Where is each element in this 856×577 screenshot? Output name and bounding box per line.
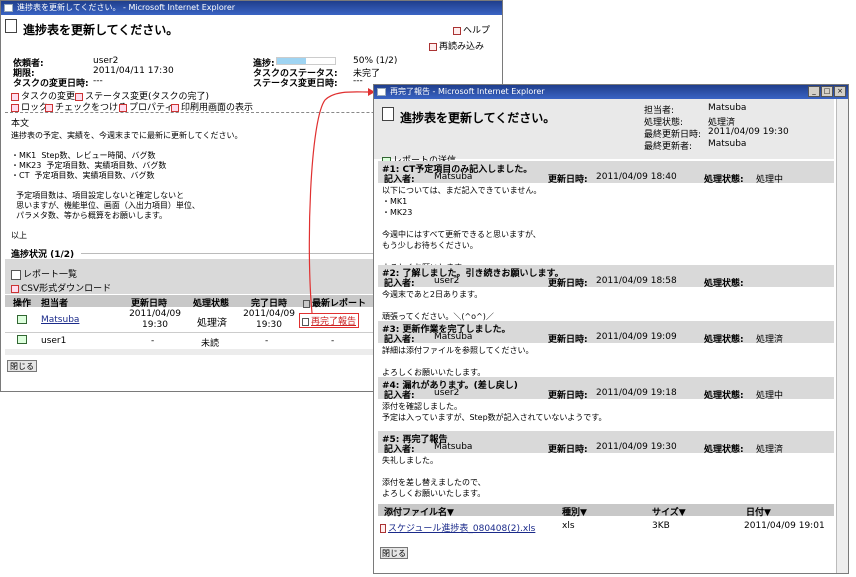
updated-label: 更新日時:: [548, 279, 588, 289]
attachment-size: 3KB: [652, 521, 670, 531]
assignee-value: Matsuba: [708, 103, 747, 113]
state-value: 処理済: [756, 335, 784, 345]
state-value: 処理中: [756, 175, 784, 185]
writer-value: Matsuba: [434, 172, 473, 182]
updated-value: 2011/04/09 18:58: [596, 276, 677, 286]
maximize-button[interactable]: □: [821, 86, 833, 97]
state-label: 処理状態:: [704, 335, 744, 345]
attachment-name: スケジュール進捗表_080408(2).xls: [388, 524, 536, 534]
state-label: 処理状態:: [704, 279, 744, 289]
writer-label: 記入者:: [384, 279, 415, 289]
report-body: 詳細は添付ファイルを参照してください。 よろしくお願いいたします。: [382, 346, 534, 377]
updated-value: 2011/04/09 19:09: [596, 332, 677, 342]
page-title: 進捗表を更新してください。: [400, 111, 556, 125]
state-value: 処理中: [756, 391, 784, 401]
last-updated-value: 2011/04/09 19:30: [708, 127, 789, 137]
minimize-button[interactable]: _: [808, 86, 820, 97]
writer-label: 記入者:: [384, 335, 415, 345]
report-window-titlebar[interactable]: 再完了報告 - Microsoft Internet Explorer _ □ ×: [374, 85, 848, 99]
writer-label: 記入者:: [384, 445, 415, 455]
writer-value: Matsuba: [434, 442, 473, 452]
updated-label: 更新日時:: [548, 175, 588, 185]
scrollbar[interactable]: [836, 99, 848, 573]
last-updater-value: Matsuba: [708, 139, 747, 149]
ie-icon: [377, 88, 386, 96]
state-label: 処理状態:: [704, 175, 744, 185]
last-updater-label: 最終更新者:: [644, 142, 693, 152]
updated-value: 2011/04/09 19:30: [596, 442, 677, 452]
state-label: 処理状態:: [704, 445, 744, 455]
window-controls: _ □ ×: [808, 86, 846, 97]
writer-value: Matsuba: [434, 332, 473, 342]
updated-label: 更新日時:: [548, 445, 588, 455]
writer-label: 記入者:: [384, 391, 415, 401]
state-value: 処理済: [756, 445, 784, 455]
attachment-date: 2011/04/09 19:01: [744, 521, 825, 531]
th-type[interactable]: 種別▼: [562, 505, 587, 518]
updated-label: 更新日時:: [548, 391, 588, 401]
updated-label: 更新日時:: [548, 335, 588, 345]
attachment-type: xls: [562, 521, 575, 531]
updated-value: 2011/04/09 19:18: [596, 388, 677, 398]
window-title: 再完了報告 - Microsoft Internet Explorer: [390, 87, 545, 96]
th-size[interactable]: サイズ▼: [652, 505, 686, 518]
report-body: 添付を確認しました。 予定は入っていますが、Step数が記入されていないようです…: [382, 402, 607, 422]
close-window-button[interactable]: ×: [834, 86, 846, 97]
th-filename[interactable]: 添付ファイル名▼: [384, 505, 454, 518]
state-label: 処理状態:: [704, 391, 744, 401]
attachment-link[interactable]: スケジュール進捗表_080408(2).xls: [380, 521, 535, 534]
report-body: 今週末であと2日あります。 頑張ってください。＼(^o^)／: [382, 290, 494, 321]
report-window: 再完了報告 - Microsoft Internet Explorer _ □ × …: [373, 84, 849, 574]
report-body: 失礼しました。 添付を差し替えましたので、 よろしくお願いいたします。: [382, 456, 486, 498]
report-body: 以下については、まだ記入できていません。 ・MK1 ・MK23 今週中にはすべて…: [382, 186, 542, 272]
updated-value: 2011/04/09 18:40: [596, 172, 677, 182]
writer-value: user2: [434, 388, 460, 398]
file-icon: [380, 524, 386, 533]
close-button[interactable]: 閉じる: [380, 547, 408, 559]
writer-value: user2: [434, 276, 460, 286]
writer-label: 記入者:: [384, 175, 415, 185]
page-icon: [382, 107, 396, 121]
th-date[interactable]: 日付▼: [746, 505, 771, 518]
